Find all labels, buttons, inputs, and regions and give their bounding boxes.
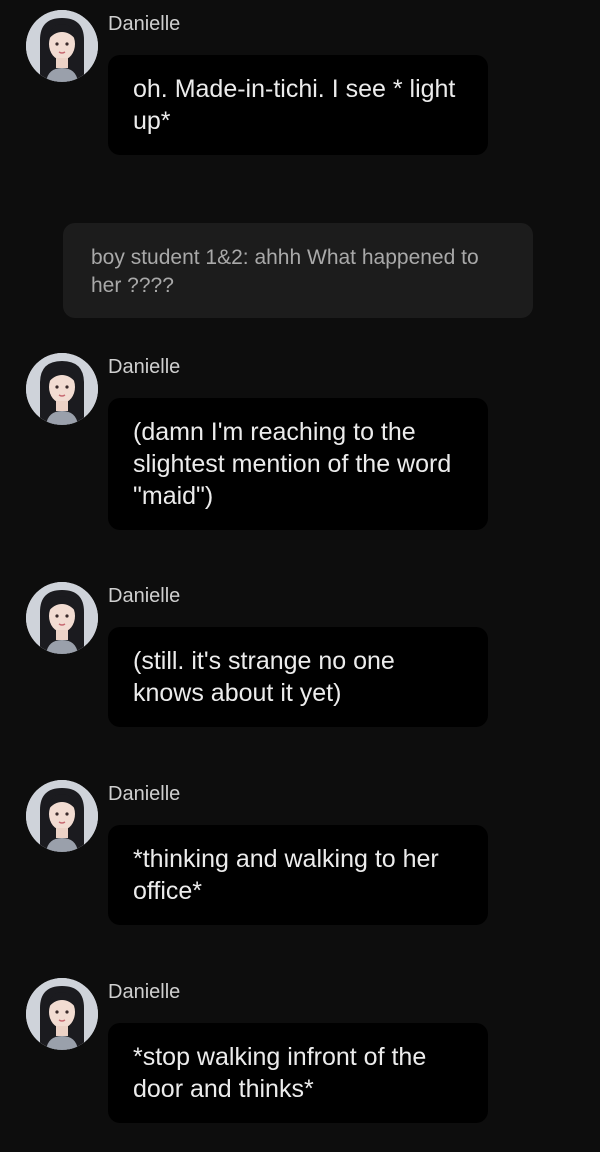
girl-portrait-icon	[26, 780, 98, 852]
girl-portrait-icon	[26, 10, 98, 82]
sender-name: Danielle	[108, 13, 181, 35]
avatar[interactable]	[26, 353, 98, 425]
avatar[interactable]	[26, 780, 98, 852]
avatar[interactable]	[26, 978, 98, 1050]
sender-name: Danielle	[108, 783, 181, 805]
girl-portrait-icon	[26, 582, 98, 654]
narration-bubble[interactable]: boy student 1&2: ahhh What happened to h…	[63, 223, 533, 318]
message-bubble[interactable]: oh. Made-in-tichi. I see * light up*	[108, 55, 488, 155]
message-bubble[interactable]: *thinking and walking to her office*	[108, 825, 488, 925]
girl-portrait-icon	[26, 978, 98, 1050]
sender-name: Danielle	[108, 981, 181, 1003]
avatar[interactable]	[26, 582, 98, 654]
message-bubble[interactable]: *stop walking infront of the door and th…	[108, 1023, 488, 1123]
girl-portrait-icon	[26, 353, 98, 425]
message-bubble[interactable]: (damn I'm reaching to the slightest ment…	[108, 398, 488, 530]
sender-name: Danielle	[108, 585, 181, 607]
chat-log[interactable]: Danielle oh. Made-in-tichi. I see * ligh…	[0, 0, 600, 1152]
message-bubble[interactable]: (still. it's strange no one knows about …	[108, 627, 488, 727]
sender-name: Danielle	[108, 356, 181, 378]
avatar[interactable]	[26, 10, 98, 82]
